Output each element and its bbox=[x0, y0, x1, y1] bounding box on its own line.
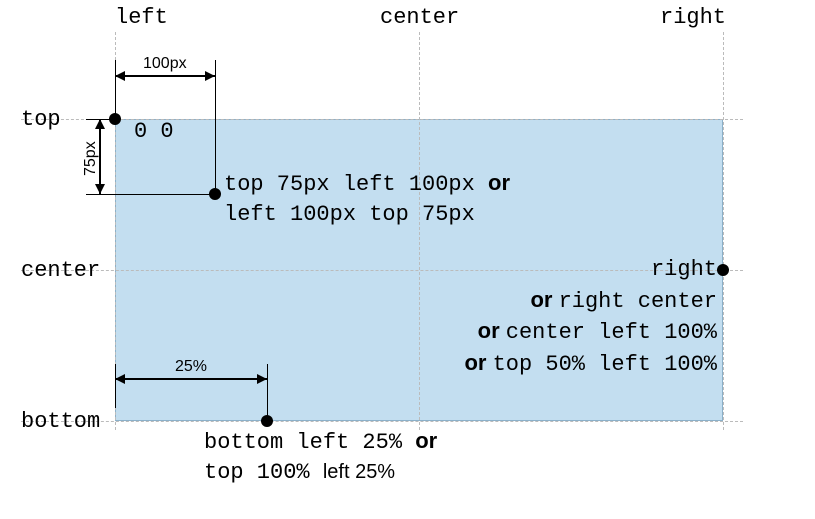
label-fragment: bottom left 25% bbox=[204, 430, 415, 455]
point-origin bbox=[109, 113, 121, 125]
col-label-center: center bbox=[380, 5, 459, 30]
label-right-center: right or right center or center left 100… bbox=[402, 255, 717, 380]
gridline-v-right bbox=[723, 32, 724, 430]
label-fragment: top 50% left 100% bbox=[493, 352, 717, 377]
or-text: or bbox=[415, 428, 437, 453]
row-label-top: top bbox=[21, 107, 61, 132]
or-text: or bbox=[464, 350, 492, 375]
label-fragment: left 100px top 75px bbox=[224, 202, 475, 227]
dim-label-100px: 100px bbox=[143, 55, 187, 73]
label-fragment: right bbox=[651, 257, 717, 282]
label-75-100: top 75px left 100px or left 100px top 75… bbox=[224, 168, 510, 229]
point-75-100 bbox=[209, 188, 221, 200]
label-fragment: right center bbox=[559, 289, 717, 314]
arrow-down-icon bbox=[95, 184, 105, 194]
dim-line-25pct bbox=[115, 378, 267, 380]
arrow-up-icon bbox=[95, 119, 105, 129]
or-text: or bbox=[488, 170, 510, 195]
row-label-center: center bbox=[21, 258, 100, 283]
dim-tick bbox=[86, 194, 215, 195]
label-bottom-25: bottom left 25% or top 100% left 25% bbox=[204, 426, 437, 487]
or-text: or bbox=[478, 318, 506, 343]
dim-tick bbox=[267, 364, 268, 421]
label-fragment: top 100% bbox=[204, 460, 323, 485]
point-right-center bbox=[717, 264, 729, 276]
col-label-left: left bbox=[115, 5, 168, 30]
arrow-right-icon bbox=[205, 71, 215, 81]
dim-label-25pct: 25% bbox=[175, 358, 207, 376]
arrow-left-icon bbox=[115, 71, 125, 81]
dim-tick bbox=[115, 60, 116, 119]
gridline-h-top bbox=[21, 119, 743, 120]
label-fragment: left 25% bbox=[323, 461, 395, 483]
arrow-left-icon bbox=[115, 374, 125, 384]
dim-label-75px: 75px bbox=[82, 141, 100, 176]
label-origin: 0 0 bbox=[134, 117, 174, 147]
label-fragment: top 75px left 100px bbox=[224, 172, 488, 197]
dim-line-100px bbox=[115, 75, 215, 77]
row-label-bottom: bottom bbox=[21, 409, 100, 434]
dim-tick bbox=[215, 60, 216, 194]
or-text: or bbox=[530, 287, 558, 312]
label-fragment: center left 100% bbox=[506, 320, 717, 345]
dim-tick bbox=[115, 364, 116, 408]
arrow-right-icon bbox=[257, 374, 267, 384]
gridline-h-bottom bbox=[21, 421, 743, 422]
col-label-right: right bbox=[660, 5, 726, 30]
